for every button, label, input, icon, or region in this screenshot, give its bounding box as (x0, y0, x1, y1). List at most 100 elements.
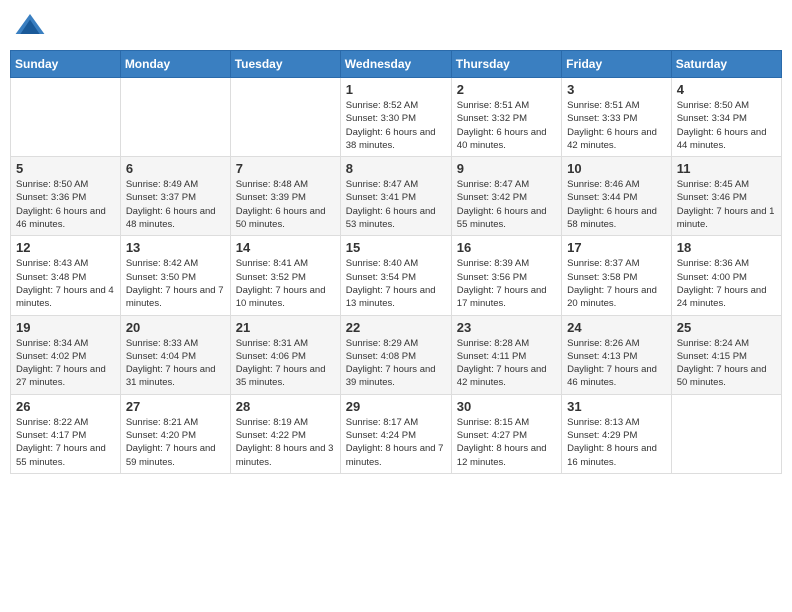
day-cell: 8 Sunrise: 8:47 AM Sunset: 3:41 PM Daylig… (340, 157, 451, 236)
day-info: Sunrise: 8:45 AM Sunset: 3:46 PM Dayligh… (677, 178, 776, 231)
day-info: Sunrise: 8:33 AM Sunset: 4:04 PM Dayligh… (126, 337, 225, 390)
day-cell: 14 Sunrise: 8:41 AM Sunset: 3:52 PM Dayli… (230, 236, 340, 315)
day-cell: 29 Sunrise: 8:17 AM Sunset: 4:24 PM Dayli… (340, 394, 451, 473)
weekday-header-tuesday: Tuesday (230, 51, 340, 78)
day-number: 19 (16, 320, 115, 335)
day-cell: 28 Sunrise: 8:19 AM Sunset: 4:22 PM Dayli… (230, 394, 340, 473)
logo-icon (14, 10, 46, 42)
weekday-header-row: SundayMondayTuesdayWednesdayThursdayFrid… (11, 51, 782, 78)
day-number: 22 (346, 320, 446, 335)
day-cell: 5 Sunrise: 8:50 AM Sunset: 3:36 PM Daylig… (11, 157, 121, 236)
day-cell: 25 Sunrise: 8:24 AM Sunset: 4:15 PM Dayli… (671, 315, 781, 394)
day-cell: 6Sunrise: 8:49 AM Sunset: 3:37 PM Daylig… (120, 157, 230, 236)
day-number: 25 (677, 320, 776, 335)
day-number: 14 (236, 240, 335, 255)
day-info: Sunrise: 8:40 AM Sunset: 3:54 PM Dayligh… (346, 257, 446, 310)
day-info: Sunrise: 8:39 AM Sunset: 3:56 PM Dayligh… (457, 257, 556, 310)
day-info: Sunrise: 8:37 AM Sunset: 3:58 PM Dayligh… (567, 257, 666, 310)
day-cell (671, 394, 781, 473)
day-cell: 1Sunrise: 8:52 AM Sunset: 3:30 PM Daylig… (340, 78, 451, 157)
day-info: Sunrise: 8:31 AM Sunset: 4:06 PM Dayligh… (236, 337, 335, 390)
day-info: Sunrise: 8:48 AM Sunset: 3:39 PM Dayligh… (236, 178, 335, 231)
day-number: 6 (126, 161, 225, 176)
day-cell: 7Sunrise: 8:48 AM Sunset: 3:39 PM Daylig… (230, 157, 340, 236)
day-cell: 22 Sunrise: 8:29 AM Sunset: 4:08 PM Dayli… (340, 315, 451, 394)
day-number: 9 (457, 161, 556, 176)
day-info: Sunrise: 8:34 AM Sunset: 4:02 PM Dayligh… (16, 337, 115, 390)
week-row-4: 19 Sunrise: 8:34 AM Sunset: 4:02 PM Dayli… (11, 315, 782, 394)
day-cell: 3Sunrise: 8:51 AM Sunset: 3:33 PM Daylig… (562, 78, 672, 157)
day-number: 3 (567, 82, 666, 97)
day-info: Sunrise: 8:50 AM Sunset: 3:34 PM Dayligh… (677, 99, 776, 152)
day-cell: 2 Sunrise: 8:51 AM Sunset: 3:32 PM Daylig… (451, 78, 561, 157)
week-row-5: 26Sunrise: 8:22 AM Sunset: 4:17 PM Dayli… (11, 394, 782, 473)
day-cell: 24 Sunrise: 8:26 AM Sunset: 4:13 PM Dayli… (562, 315, 672, 394)
day-info: Sunrise: 8:41 AM Sunset: 3:52 PM Dayligh… (236, 257, 335, 310)
day-info: Sunrise: 8:15 AM Sunset: 4:27 PM Dayligh… (457, 416, 556, 469)
logo (14, 10, 50, 42)
day-info: Sunrise: 8:28 AM Sunset: 4:11 PM Dayligh… (457, 337, 556, 390)
day-number: 27 (126, 399, 225, 414)
day-number: 16 (457, 240, 556, 255)
day-number: 29 (346, 399, 446, 414)
day-info: Sunrise: 8:19 AM Sunset: 4:22 PM Dayligh… (236, 416, 335, 469)
weekday-header-wednesday: Wednesday (340, 51, 451, 78)
day-number: 11 (677, 161, 776, 176)
day-cell: 17 Sunrise: 8:37 AM Sunset: 3:58 PM Dayli… (562, 236, 672, 315)
weekday-header-sunday: Sunday (11, 51, 121, 78)
day-info: Sunrise: 8:51 AM Sunset: 3:32 PM Dayligh… (457, 99, 556, 152)
week-row-2: 5 Sunrise: 8:50 AM Sunset: 3:36 PM Daylig… (11, 157, 782, 236)
day-number: 18 (677, 240, 776, 255)
day-info: Sunrise: 8:21 AM Sunset: 4:20 PM Dayligh… (126, 416, 225, 469)
day-number: 17 (567, 240, 666, 255)
day-number: 10 (567, 161, 666, 176)
day-info: Sunrise: 8:24 AM Sunset: 4:15 PM Dayligh… (677, 337, 776, 390)
day-cell: 12 Sunrise: 8:43 AM Sunset: 3:48 PM Dayli… (11, 236, 121, 315)
day-number: 30 (457, 399, 556, 414)
day-info: Sunrise: 8:43 AM Sunset: 3:48 PM Dayligh… (16, 257, 115, 310)
day-info: Sunrise: 8:50 AM Sunset: 3:36 PM Dayligh… (16, 178, 115, 231)
day-cell: 27 Sunrise: 8:21 AM Sunset: 4:20 PM Dayli… (120, 394, 230, 473)
weekday-header-monday: Monday (120, 51, 230, 78)
day-cell: 16 Sunrise: 8:39 AM Sunset: 3:56 PM Dayli… (451, 236, 561, 315)
day-cell: 31Sunrise: 8:13 AM Sunset: 4:29 PM Dayli… (562, 394, 672, 473)
day-cell: 21 Sunrise: 8:31 AM Sunset: 4:06 PM Dayli… (230, 315, 340, 394)
calendar-table: SundayMondayTuesdayWednesdayThursdayFrid… (10, 50, 782, 474)
weekday-header-friday: Friday (562, 51, 672, 78)
day-number: 13 (126, 240, 225, 255)
day-info: Sunrise: 8:42 AM Sunset: 3:50 PM Dayligh… (126, 257, 225, 310)
day-cell (11, 78, 121, 157)
day-info: Sunrise: 8:22 AM Sunset: 4:17 PM Dayligh… (16, 416, 115, 469)
day-info: Sunrise: 8:26 AM Sunset: 4:13 PM Dayligh… (567, 337, 666, 390)
day-info: Sunrise: 8:29 AM Sunset: 4:08 PM Dayligh… (346, 337, 446, 390)
page-header (10, 10, 782, 42)
day-cell: 20Sunrise: 8:33 AM Sunset: 4:04 PM Dayli… (120, 315, 230, 394)
day-cell: 10Sunrise: 8:46 AM Sunset: 3:44 PM Dayli… (562, 157, 672, 236)
day-info: Sunrise: 8:17 AM Sunset: 4:24 PM Dayligh… (346, 416, 446, 469)
day-cell (230, 78, 340, 157)
day-number: 24 (567, 320, 666, 335)
day-number: 31 (567, 399, 666, 414)
day-cell: 4 Sunrise: 8:50 AM Sunset: 3:34 PM Daylig… (671, 78, 781, 157)
day-cell: 9Sunrise: 8:47 AM Sunset: 3:42 PM Daylig… (451, 157, 561, 236)
day-info: Sunrise: 8:47 AM Sunset: 3:41 PM Dayligh… (346, 178, 446, 231)
day-number: 4 (677, 82, 776, 97)
week-row-3: 12 Sunrise: 8:43 AM Sunset: 3:48 PM Dayli… (11, 236, 782, 315)
day-number: 28 (236, 399, 335, 414)
day-info: Sunrise: 8:36 AM Sunset: 4:00 PM Dayligh… (677, 257, 776, 310)
day-cell: 13 Sunrise: 8:42 AM Sunset: 3:50 PM Dayli… (120, 236, 230, 315)
day-cell: 30 Sunrise: 8:15 AM Sunset: 4:27 PM Dayli… (451, 394, 561, 473)
day-number: 8 (346, 161, 446, 176)
day-number: 21 (236, 320, 335, 335)
day-cell: 26Sunrise: 8:22 AM Sunset: 4:17 PM Dayli… (11, 394, 121, 473)
day-number: 12 (16, 240, 115, 255)
day-number: 1 (346, 82, 446, 97)
weekday-header-saturday: Saturday (671, 51, 781, 78)
day-cell: 15Sunrise: 8:40 AM Sunset: 3:54 PM Dayli… (340, 236, 451, 315)
day-number: 2 (457, 82, 556, 97)
day-cell (120, 78, 230, 157)
weekday-header-thursday: Thursday (451, 51, 561, 78)
day-number: 5 (16, 161, 115, 176)
day-cell: 11 Sunrise: 8:45 AM Sunset: 3:46 PM Dayli… (671, 157, 781, 236)
day-number: 23 (457, 320, 556, 335)
